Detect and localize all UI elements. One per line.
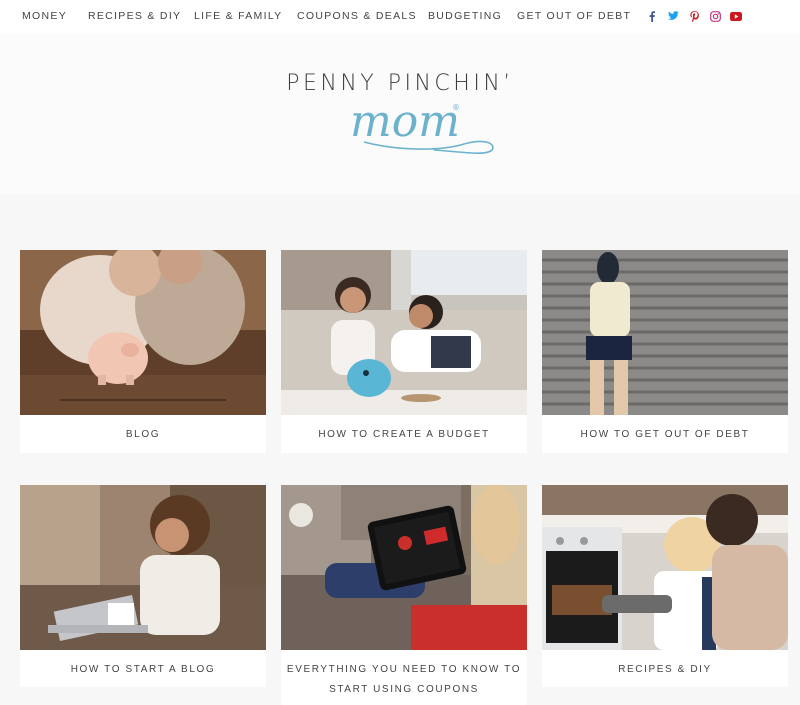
nav-item-budgeting[interactable]: BUDGETING — [428, 10, 502, 22]
facebook-icon[interactable] — [646, 10, 658, 22]
registered-mark: ® — [452, 103, 460, 112]
nav-item-get-out-of-debt[interactable]: GET OUT OF DEBT — [517, 10, 631, 22]
top-navigation: MONEY RECIPES & DIY LIFE & FAMILY COUPON… — [0, 0, 800, 34]
card-image-girl-baking-oven[interactable] — [542, 485, 788, 650]
card-image-mother-daughter-budget[interactable] — [281, 250, 527, 415]
logo-wordmark-top[interactable]: PENNY PINCHIN’ — [0, 71, 800, 96]
card-label[interactable]: EVERYTHING YOU NEED TO KNOW TO START USI… — [281, 650, 527, 700]
card-label[interactable]: HOW TO CREATE A BUDGET — [281, 415, 527, 445]
nav-item-money[interactable]: MONEY — [22, 10, 67, 22]
card-image-woman-tablet-shopping[interactable] — [281, 485, 527, 650]
instagram-icon[interactable] — [709, 10, 721, 22]
youtube-icon[interactable] — [730, 10, 742, 22]
nav-item-recipes-diy[interactable]: RECIPES & DIY — [88, 10, 181, 22]
card-recipes-diy[interactable]: RECIPES & DIY — [542, 485, 788, 687]
nav-item-coupons-deals[interactable]: COUPONS & DEALS — [297, 10, 417, 22]
logo-script-text: mom — [350, 96, 460, 147]
card-image-piggy-bank[interactable] — [20, 250, 266, 415]
card-blog[interactable]: BLOG — [20, 250, 266, 453]
card-start-using-coupons[interactable]: EVERYTHING YOU NEED TO KNOW TO START USI… — [281, 485, 527, 705]
card-image-woman-running-stairs[interactable] — [542, 250, 788, 415]
social-links — [646, 10, 742, 24]
card-label[interactable]: BLOG — [20, 415, 266, 445]
site-header: PENNY PINCHIN’ mom ® — [0, 34, 800, 194]
card-create-budget[interactable]: HOW TO CREATE A BUDGET — [281, 250, 527, 453]
card-label[interactable]: HOW TO GET OUT OF DEBT — [542, 415, 788, 445]
card-image-woman-laptop[interactable] — [20, 485, 266, 650]
card-label[interactable]: HOW TO START A BLOG — [20, 650, 266, 680]
card-label[interactable]: RECIPES & DIY — [542, 650, 788, 680]
card-get-out-of-debt[interactable]: HOW TO GET OUT OF DEBT — [542, 250, 788, 453]
pinterest-icon[interactable] — [688, 10, 700, 22]
twitter-icon[interactable] — [667, 10, 679, 22]
nav-item-life-family[interactable]: LIFE & FAMILY — [194, 10, 282, 22]
logo-script-mom[interactable]: mom ® — [346, 94, 506, 164]
card-start-blog[interactable]: HOW TO START A BLOG — [20, 485, 266, 687]
